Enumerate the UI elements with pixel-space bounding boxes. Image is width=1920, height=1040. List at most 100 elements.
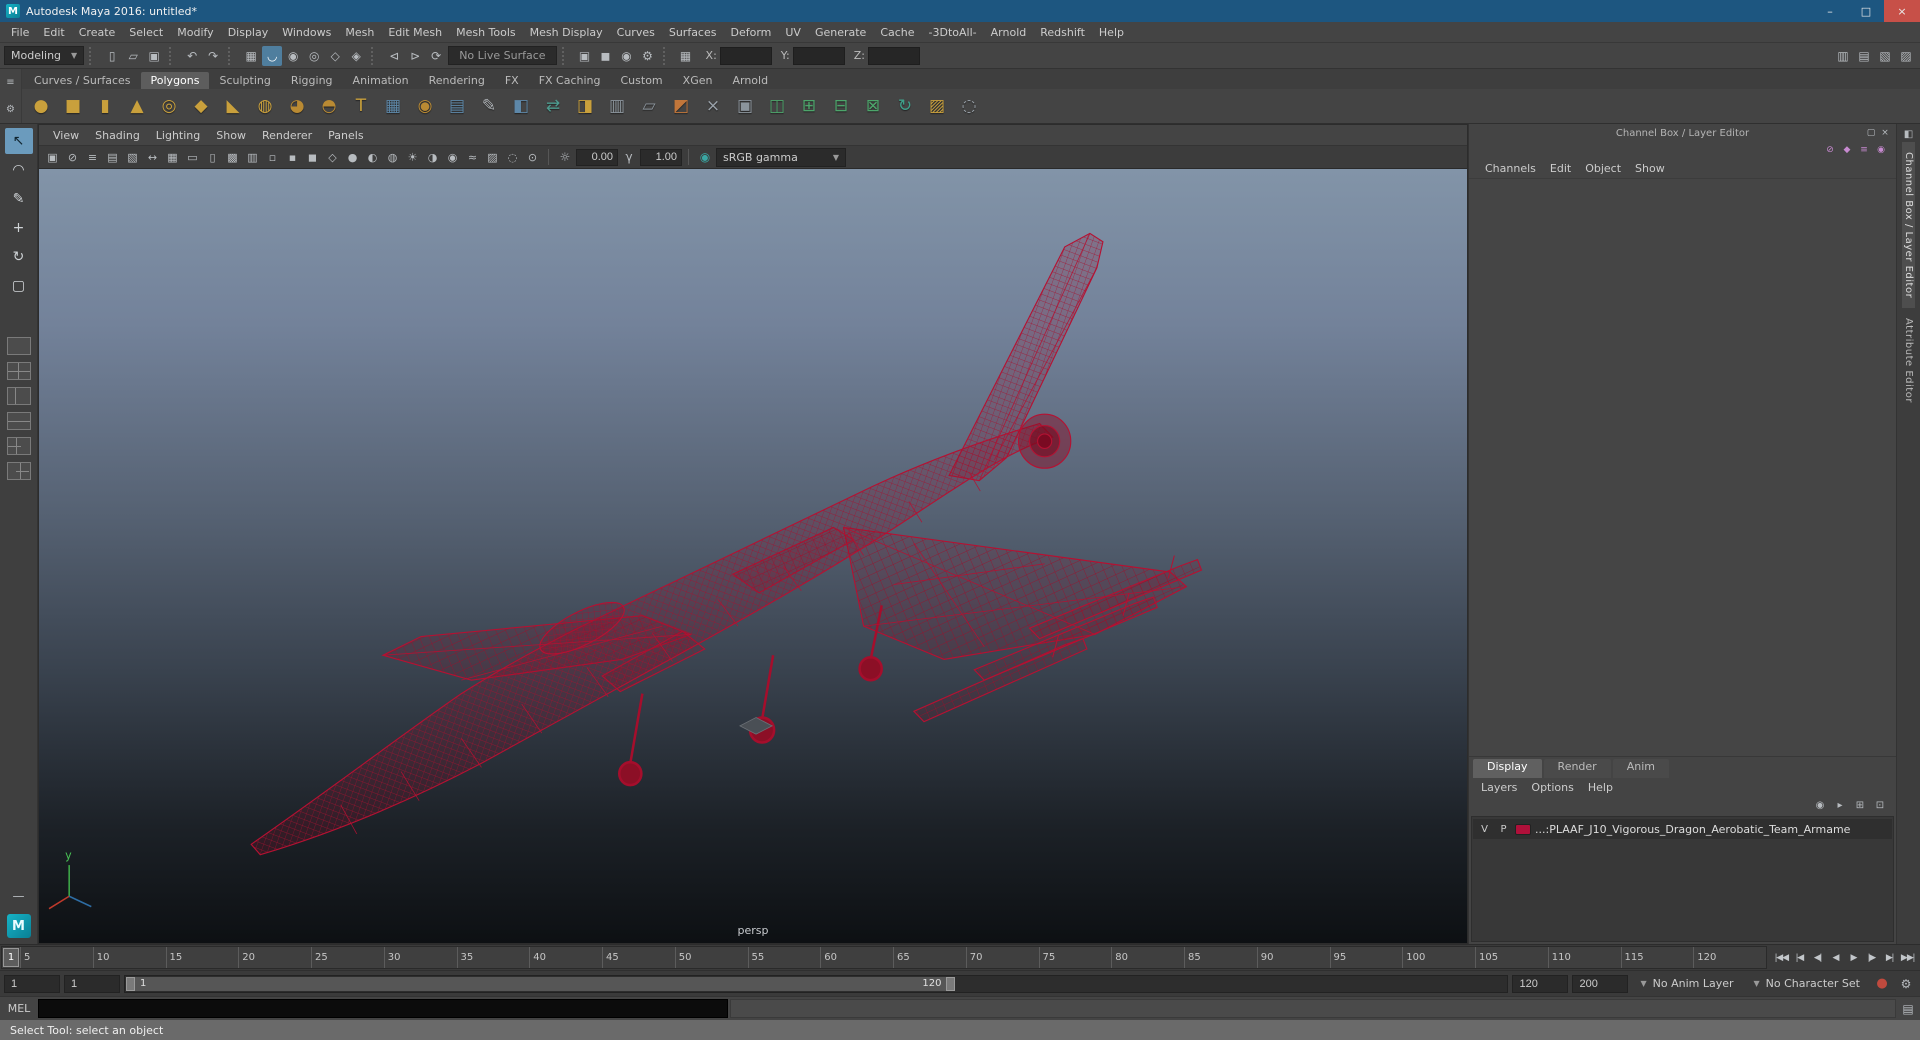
cleanup-icon[interactable]: ◌ — [954, 91, 984, 121]
panel-menu-item[interactable]: Renderer — [254, 129, 320, 142]
section-grip[interactable] — [371, 46, 379, 65]
menu-item[interactable]: Deform — [723, 26, 778, 39]
step-back-frame-button[interactable]: ◀| — [1809, 949, 1826, 967]
poly-cylinder-icon[interactable]: ▮ — [90, 91, 120, 121]
xray-icon[interactable]: ⊙ — [523, 148, 542, 167]
current-frame-indicator[interactable]: 1 — [3, 948, 19, 967]
script-editor-icon[interactable]: ▤ — [1898, 999, 1918, 1019]
menu-item[interactable]: Redshift — [1033, 26, 1092, 39]
shelf-tab[interactable]: Arnold — [722, 72, 778, 89]
render-view-icon[interactable]: ▣ — [575, 46, 595, 66]
play-forwards-button[interactable]: ▶ — [1845, 949, 1862, 967]
camera-attributes-icon[interactable]: ≡ — [83, 148, 102, 167]
menu-item[interactable]: Display — [221, 26, 276, 39]
use-default-material-icon[interactable]: ◍ — [383, 148, 402, 167]
poly-cube-icon[interactable]: ■ — [58, 91, 88, 121]
smooth-mesh-icon[interactable]: ◉ — [410, 91, 440, 121]
go-to-start-button[interactable]: |◀◀ — [1773, 949, 1790, 967]
sidebar-vertical-tab[interactable]: Attribute Editor — [1902, 308, 1915, 413]
multisample-icon[interactable]: ▨ — [483, 148, 502, 167]
playback-range-bar[interactable]: 1 120 — [126, 976, 956, 991]
circularize-icon[interactable]: ↻ — [890, 91, 920, 121]
save-scene-icon[interactable]: ▣ — [144, 46, 164, 66]
command-line-result-field[interactable] — [729, 999, 1896, 1018]
menu-item[interactable]: Cache — [873, 26, 921, 39]
shadows-icon[interactable]: ◑ — [423, 148, 442, 167]
poly-plane-icon[interactable]: ◆ — [186, 91, 216, 121]
play-backwards-button[interactable]: ◀ — [1827, 949, 1844, 967]
layout-persp-graph[interactable] — [6, 412, 31, 430]
menu-set-select[interactable]: Modeling ▼ — [4, 46, 85, 65]
menu-item[interactable]: Arnold — [984, 26, 1034, 39]
merge-vertices-icon[interactable]: ⇄ — [538, 91, 568, 121]
scale-tool[interactable]: ▢ — [5, 273, 33, 299]
snap-to-grid-icon[interactable]: ▦ — [241, 46, 261, 66]
menu-item[interactable]: Mesh — [338, 26, 381, 39]
occlusion-icon[interactable]: ◉ — [443, 148, 462, 167]
layer-editor-tab[interactable]: Anim — [1612, 759, 1669, 778]
section-grip[interactable] — [561, 46, 570, 65]
open-scene-icon[interactable]: ▱ — [123, 46, 143, 66]
speed-fast-icon[interactable]: ≡ — [1857, 143, 1871, 157]
menu-item[interactable]: Edit Mesh — [381, 26, 449, 39]
create-empty-layer-icon[interactable]: ⊞ — [1852, 797, 1868, 813]
motion-blur-icon[interactable]: ≈ — [463, 148, 482, 167]
toggle-channel-box-icon[interactable]: ▨ — [1896, 46, 1916, 66]
insert-edge-loop-icon[interactable]: ▣ — [730, 91, 760, 121]
animation-start-field[interactable] — [4, 974, 60, 993]
shelf-tab[interactable]: XGen — [673, 72, 723, 89]
layer-editor-menu-item[interactable]: Layers — [1475, 781, 1523, 794]
menu-item[interactable]: Help — [1092, 26, 1131, 39]
menu-item[interactable]: Mesh Tools — [449, 26, 523, 39]
sidebar-vertical-tab[interactable]: Channel Box / Layer Editor — [1902, 142, 1915, 309]
new-scene-icon[interactable]: ▯ — [102, 46, 122, 66]
mirror-icon[interactable]: ⊟ — [826, 91, 856, 121]
duplicate-icon[interactable]: ⊠ — [858, 91, 888, 121]
layer-row[interactable]: V P ...:PLAAF_J10_Vigorous_Dragon_Aeroba… — [1473, 819, 1892, 839]
bookmarks-icon[interactable]: ▤ — [103, 148, 122, 167]
go-to-end-button[interactable]: ▶▶| — [1899, 949, 1916, 967]
menu-item[interactable]: Curves — [610, 26, 662, 39]
select-camera-icon[interactable]: ▣ — [43, 148, 62, 167]
live-surface-field[interactable]: No Live Surface — [448, 46, 557, 65]
create-layer-from-selected-icon[interactable]: ⊡ — [1872, 797, 1888, 813]
selection-mask-grid-icon[interactable]: ▦ — [676, 46, 696, 66]
view-transform-select[interactable]: sRGB gamma ▼ — [716, 147, 846, 167]
safe-action-icon[interactable]: ▫ — [263, 148, 282, 167]
poly-torus-icon[interactable]: ◎ — [154, 91, 184, 121]
snap-to-projected-center-icon[interactable]: ◎ — [304, 46, 324, 66]
layout-persp-multi[interactable] — [6, 437, 31, 455]
extrude-icon[interactable]: ◧ — [506, 91, 536, 121]
shelf-tab[interactable]: Sculpting — [209, 72, 280, 89]
quad-draw-icon[interactable]: ◩ — [666, 91, 696, 121]
gamma-field[interactable] — [640, 148, 682, 166]
menu-item[interactable]: File — [4, 26, 36, 39]
snap-to-curve-icon[interactable]: ◡ — [262, 45, 283, 66]
layer-visibility-toggle[interactable]: V — [1477, 824, 1492, 835]
menu-item[interactable]: Modify — [170, 26, 220, 39]
gamma-icon[interactable]: γ — [619, 147, 639, 167]
shelf-tab[interactable]: Rendering — [419, 72, 495, 89]
channel-manip-icon[interactable]: ◉ — [1874, 143, 1888, 157]
menu-item[interactable]: Edit — [36, 26, 71, 39]
fill-icon[interactable]: ◼ — [303, 148, 322, 167]
shelf-menu-icon[interactable]: ≡ — [3, 76, 19, 90]
shelf-tab[interactable]: Custom — [611, 72, 673, 89]
menu-item[interactable]: Windows — [275, 26, 338, 39]
target-weld-icon[interactable]: × — [698, 91, 728, 121]
shaded-icon[interactable]: ● — [343, 148, 362, 167]
exposure-field[interactable] — [576, 148, 618, 166]
section-grip[interactable] — [662, 46, 671, 65]
move-tool[interactable]: + — [5, 215, 33, 241]
select-tool[interactable]: ↖ — [4, 128, 33, 154]
gate-mask-icon[interactable]: ▩ — [223, 148, 242, 167]
maximize-button[interactable]: □ — [1848, 0, 1884, 22]
redo-icon[interactable]: ↷ — [203, 46, 223, 66]
menu-item[interactable]: Create — [72, 26, 123, 39]
channel-box-menu-item[interactable]: Edit — [1544, 162, 1577, 175]
playback-end-field[interactable] — [1512, 974, 1569, 993]
section-grip[interactable] — [228, 46, 236, 65]
undo-icon[interactable]: ↶ — [182, 46, 202, 66]
step-forward-key-button[interactable]: ▶| — [1881, 949, 1898, 967]
menu-item[interactable]: -3DtoAll- — [922, 26, 984, 39]
